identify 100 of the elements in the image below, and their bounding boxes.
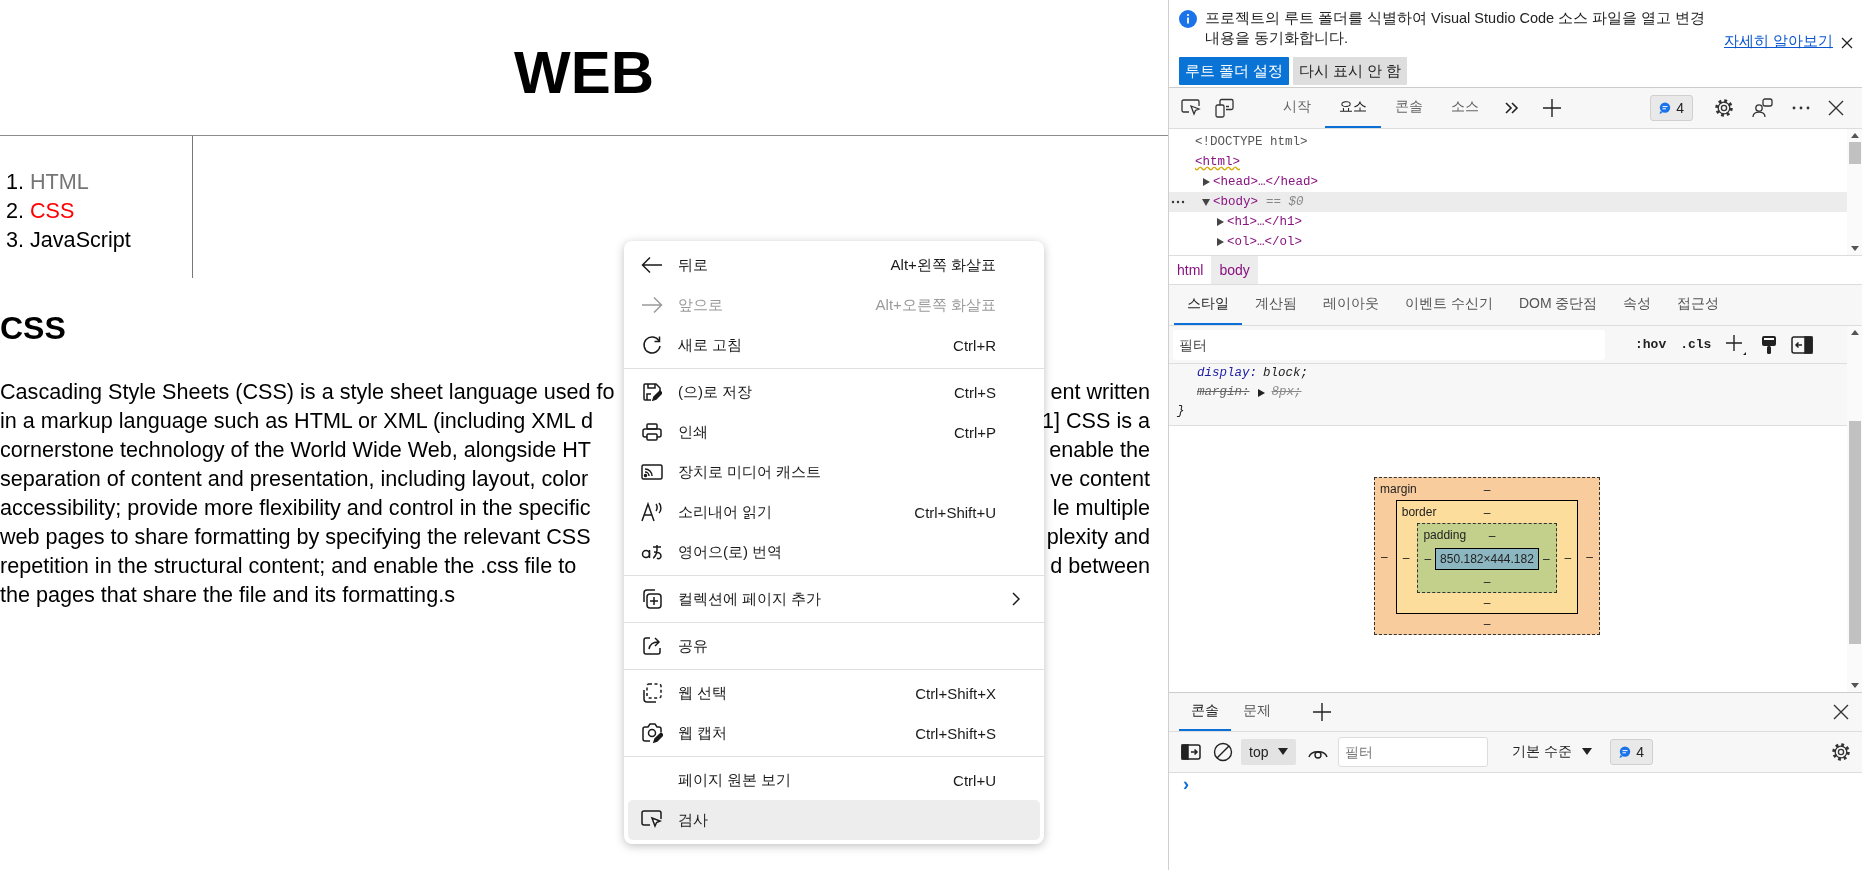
paragraph-text: the pages that share the file and its formatting.s xyxy=(0,581,455,609)
context-dropdown[interactable]: top xyxy=(1241,739,1297,765)
menu-item[interactable]: 검사 xyxy=(628,800,1040,840)
dom-row[interactable]: <body> == $0 xyxy=(1169,192,1847,212)
filter-field[interactable]: 필터 xyxy=(1338,737,1489,767)
menu-item[interactable]: (으)로 저장 Ctrl+S xyxy=(628,372,1040,412)
expand-triangle-icon[interactable] xyxy=(1255,387,1266,398)
scrollbar[interactable] xyxy=(1847,129,1862,255)
dom-row[interactable]: <!DOCTYPE html> xyxy=(1169,132,1847,152)
dropdown-caret-icon xyxy=(1582,748,1593,756)
panel-tab[interactable]: 계산됨 xyxy=(1242,285,1310,325)
css-property[interactable]: display: xyxy=(1197,364,1257,383)
paragraph-text: web pages to share formatting by specifying the relevant CSS xyxy=(0,523,591,551)
menu-item[interactable]: 소리내어 읽기 Ctrl+Shift+U xyxy=(628,492,1040,532)
nav-link[interactable]: HTML xyxy=(30,167,89,196)
new-rule-icon[interactable] xyxy=(1725,333,1748,356)
nav-link[interactable]: JavaScript xyxy=(30,225,131,254)
menu-item[interactable]: 공유 xyxy=(628,626,1040,666)
menu-item[interactable]: 영어으(로) 번역 xyxy=(628,532,1040,572)
devtools-tab[interactable]: 시작 xyxy=(1269,88,1325,128)
dom-node[interactable]: <head>…</head> xyxy=(1213,175,1319,189)
expanded-triangle-icon[interactable] xyxy=(1201,197,1211,207)
sidebar-toggle-icon[interactable] xyxy=(1181,744,1201,760)
sidebar-toggle-icon[interactable] xyxy=(1791,335,1814,354)
inspect-icon[interactable] xyxy=(1181,99,1201,117)
menu-item[interactable]: 인쇄 Ctrl+P xyxy=(628,412,1040,452)
box-label: padding xyxy=(1423,528,1467,542)
css-value[interactable]: block; xyxy=(1263,364,1309,383)
paint-brush-icon[interactable] xyxy=(1761,334,1778,355)
dom-row[interactable]: <h1>…</h1> xyxy=(1169,212,1847,232)
issues-badge[interactable]: 4 xyxy=(1610,739,1654,765)
menu-item[interactable]: 웹 선택 Ctrl+Shift+X xyxy=(628,673,1040,713)
panel-tab[interactable]: 속성 xyxy=(1610,285,1665,325)
filter-field[interactable]: 필터 xyxy=(1173,329,1605,360)
menu-item[interactable]: 웹 캡처 Ctrl+Shift+S xyxy=(628,713,1040,753)
dom-node[interactable]: <ol>…</ol> xyxy=(1227,235,1302,249)
devtools-tab[interactable]: 콘솔 xyxy=(1381,88,1437,128)
people-icon[interactable] xyxy=(1752,98,1774,118)
settings-icon[interactable] xyxy=(1714,98,1734,118)
panel-tab[interactable]: 이벤트 수신기 xyxy=(1392,285,1506,325)
learn-more-link[interactable]: 자세히 알아보기 xyxy=(1723,32,1833,51)
panel-tab[interactable]: 레이아웃 xyxy=(1310,285,1392,325)
panel-tab[interactable]: 접근성 xyxy=(1664,285,1733,325)
menu-item[interactable]: 페이지 원본 보기 Ctrl+U xyxy=(628,760,1040,800)
collapsed-triangle-icon[interactable] xyxy=(1215,237,1225,247)
issues-badge[interactable]: 4 xyxy=(1650,95,1693,121)
scrollbar-thumb[interactable] xyxy=(1849,142,1861,164)
close-icon[interactable] xyxy=(1828,100,1844,116)
dom-row[interactable]: <head>…</head> xyxy=(1169,172,1847,192)
device-icon[interactable] xyxy=(1215,98,1235,118)
dom-row[interactable]: <html> xyxy=(1169,152,1847,172)
collapsed-triangle-icon[interactable] xyxy=(1215,217,1225,227)
log-level-dropdown[interactable]: 기본 수준 xyxy=(1512,743,1593,761)
toggle-button[interactable]: :hov xyxy=(1635,337,1667,352)
dom-node[interactable]: <body> xyxy=(1213,195,1258,209)
list-number: 2. xyxy=(6,197,24,225)
breadcrumb[interactable]: html xyxy=(1169,256,1212,284)
back-arrow-icon xyxy=(641,256,663,274)
breadcrumb[interactable]: body xyxy=(1211,256,1258,284)
menu-item[interactable]: 장치로 미디어 캐스트 xyxy=(628,452,1040,492)
menu-item[interactable]: 뒤로 Alt+왼쪽 화살표 xyxy=(628,245,1040,285)
scrollbar-thumb[interactable] xyxy=(1849,421,1861,644)
collapsed-triangle-icon[interactable] xyxy=(1201,177,1211,187)
add-icon[interactable] xyxy=(1313,703,1331,721)
toggle-button[interactable]: .cls xyxy=(1680,337,1712,352)
panel-tab[interactable]: DOM 중단점 xyxy=(1505,285,1611,325)
close-icon[interactable] xyxy=(1833,704,1849,720)
box-value: – xyxy=(1483,616,1491,632)
settings-icon[interactable] xyxy=(1831,742,1851,762)
scrollbar[interactable] xyxy=(1847,326,1862,692)
scroll-up-icon[interactable] xyxy=(1851,330,1859,335)
paragraph-text: le multiple xyxy=(1052,494,1150,522)
scroll-up-icon[interactable] xyxy=(1851,133,1859,138)
paragraph-text: repetition in the structural content; and enable the .css file to xyxy=(0,552,577,580)
dom-node[interactable]: <!DOCTYPE html> xyxy=(1195,135,1308,149)
console-prompt[interactable]: › xyxy=(1169,773,1862,795)
drawer-tab[interactable]: 문제 xyxy=(1231,693,1283,731)
devtools-tab[interactable]: 요소 xyxy=(1325,88,1381,128)
read-aloud-icon xyxy=(641,502,663,522)
node-reference: == $0 xyxy=(1266,195,1304,209)
dom-row[interactable]: <ol>…</ol> xyxy=(1169,232,1847,252)
dom-node[interactable]: <html> xyxy=(1195,155,1240,169)
more-dots-icon[interactable] xyxy=(1169,200,1187,204)
menu-item[interactable]: 새로 고침 Ctrl+R xyxy=(628,325,1040,365)
scroll-down-icon[interactable] xyxy=(1851,683,1859,688)
infobar-button[interactable]: 루트 폴더 설정 xyxy=(1179,57,1290,85)
menu-item[interactable]: 컬렉션에 페이지 추가 xyxy=(628,579,1040,619)
css-property[interactable]: margin: xyxy=(1197,383,1250,402)
scroll-down-icon[interactable] xyxy=(1851,246,1859,251)
box-value: – xyxy=(1483,595,1491,611)
translate-icon xyxy=(641,543,663,561)
more-tabs-icon[interactable] xyxy=(1505,102,1519,114)
clear-icon[interactable] xyxy=(1213,742,1233,762)
dom-node[interactable]: <h1>…</h1> xyxy=(1227,215,1302,229)
more-icon[interactable] xyxy=(1792,106,1810,110)
infobar-button[interactable]: 다시 표시 안 함 xyxy=(1293,57,1408,85)
add-icon[interactable] xyxy=(1543,99,1561,117)
devtools-tab[interactable]: 소스 xyxy=(1437,88,1493,128)
nav-link[interactable]: CSS xyxy=(30,196,75,225)
close-icon[interactable] xyxy=(1841,37,1853,49)
